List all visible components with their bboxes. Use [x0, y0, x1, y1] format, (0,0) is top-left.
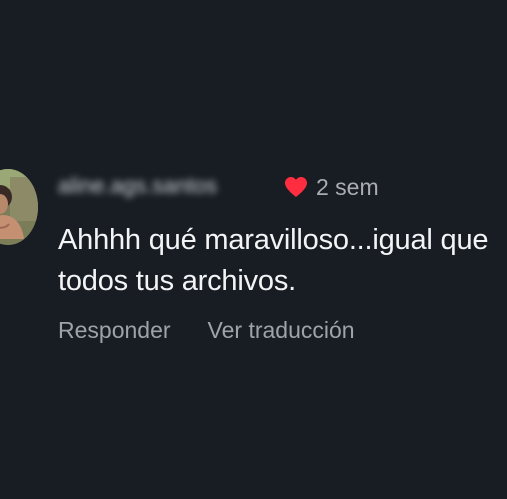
- comment-actions: Responder Ver traducción: [58, 315, 355, 345]
- view-translation-button[interactable]: Ver traducción: [208, 315, 355, 345]
- comment-text: Ahhhh qué maravilloso...igual que todos …: [58, 224, 489, 297]
- heart-icon[interactable]: [283, 176, 309, 198]
- username[interactable]: aline.ags.santos: [58, 172, 272, 200]
- comment-item: aline.ags.santos 2 sem Ahhhh qué maravil…: [0, 0, 507, 499]
- comment-time: 2 sem: [316, 174, 379, 200]
- reply-button[interactable]: Responder: [58, 315, 171, 345]
- avatar[interactable]: [0, 169, 38, 245]
